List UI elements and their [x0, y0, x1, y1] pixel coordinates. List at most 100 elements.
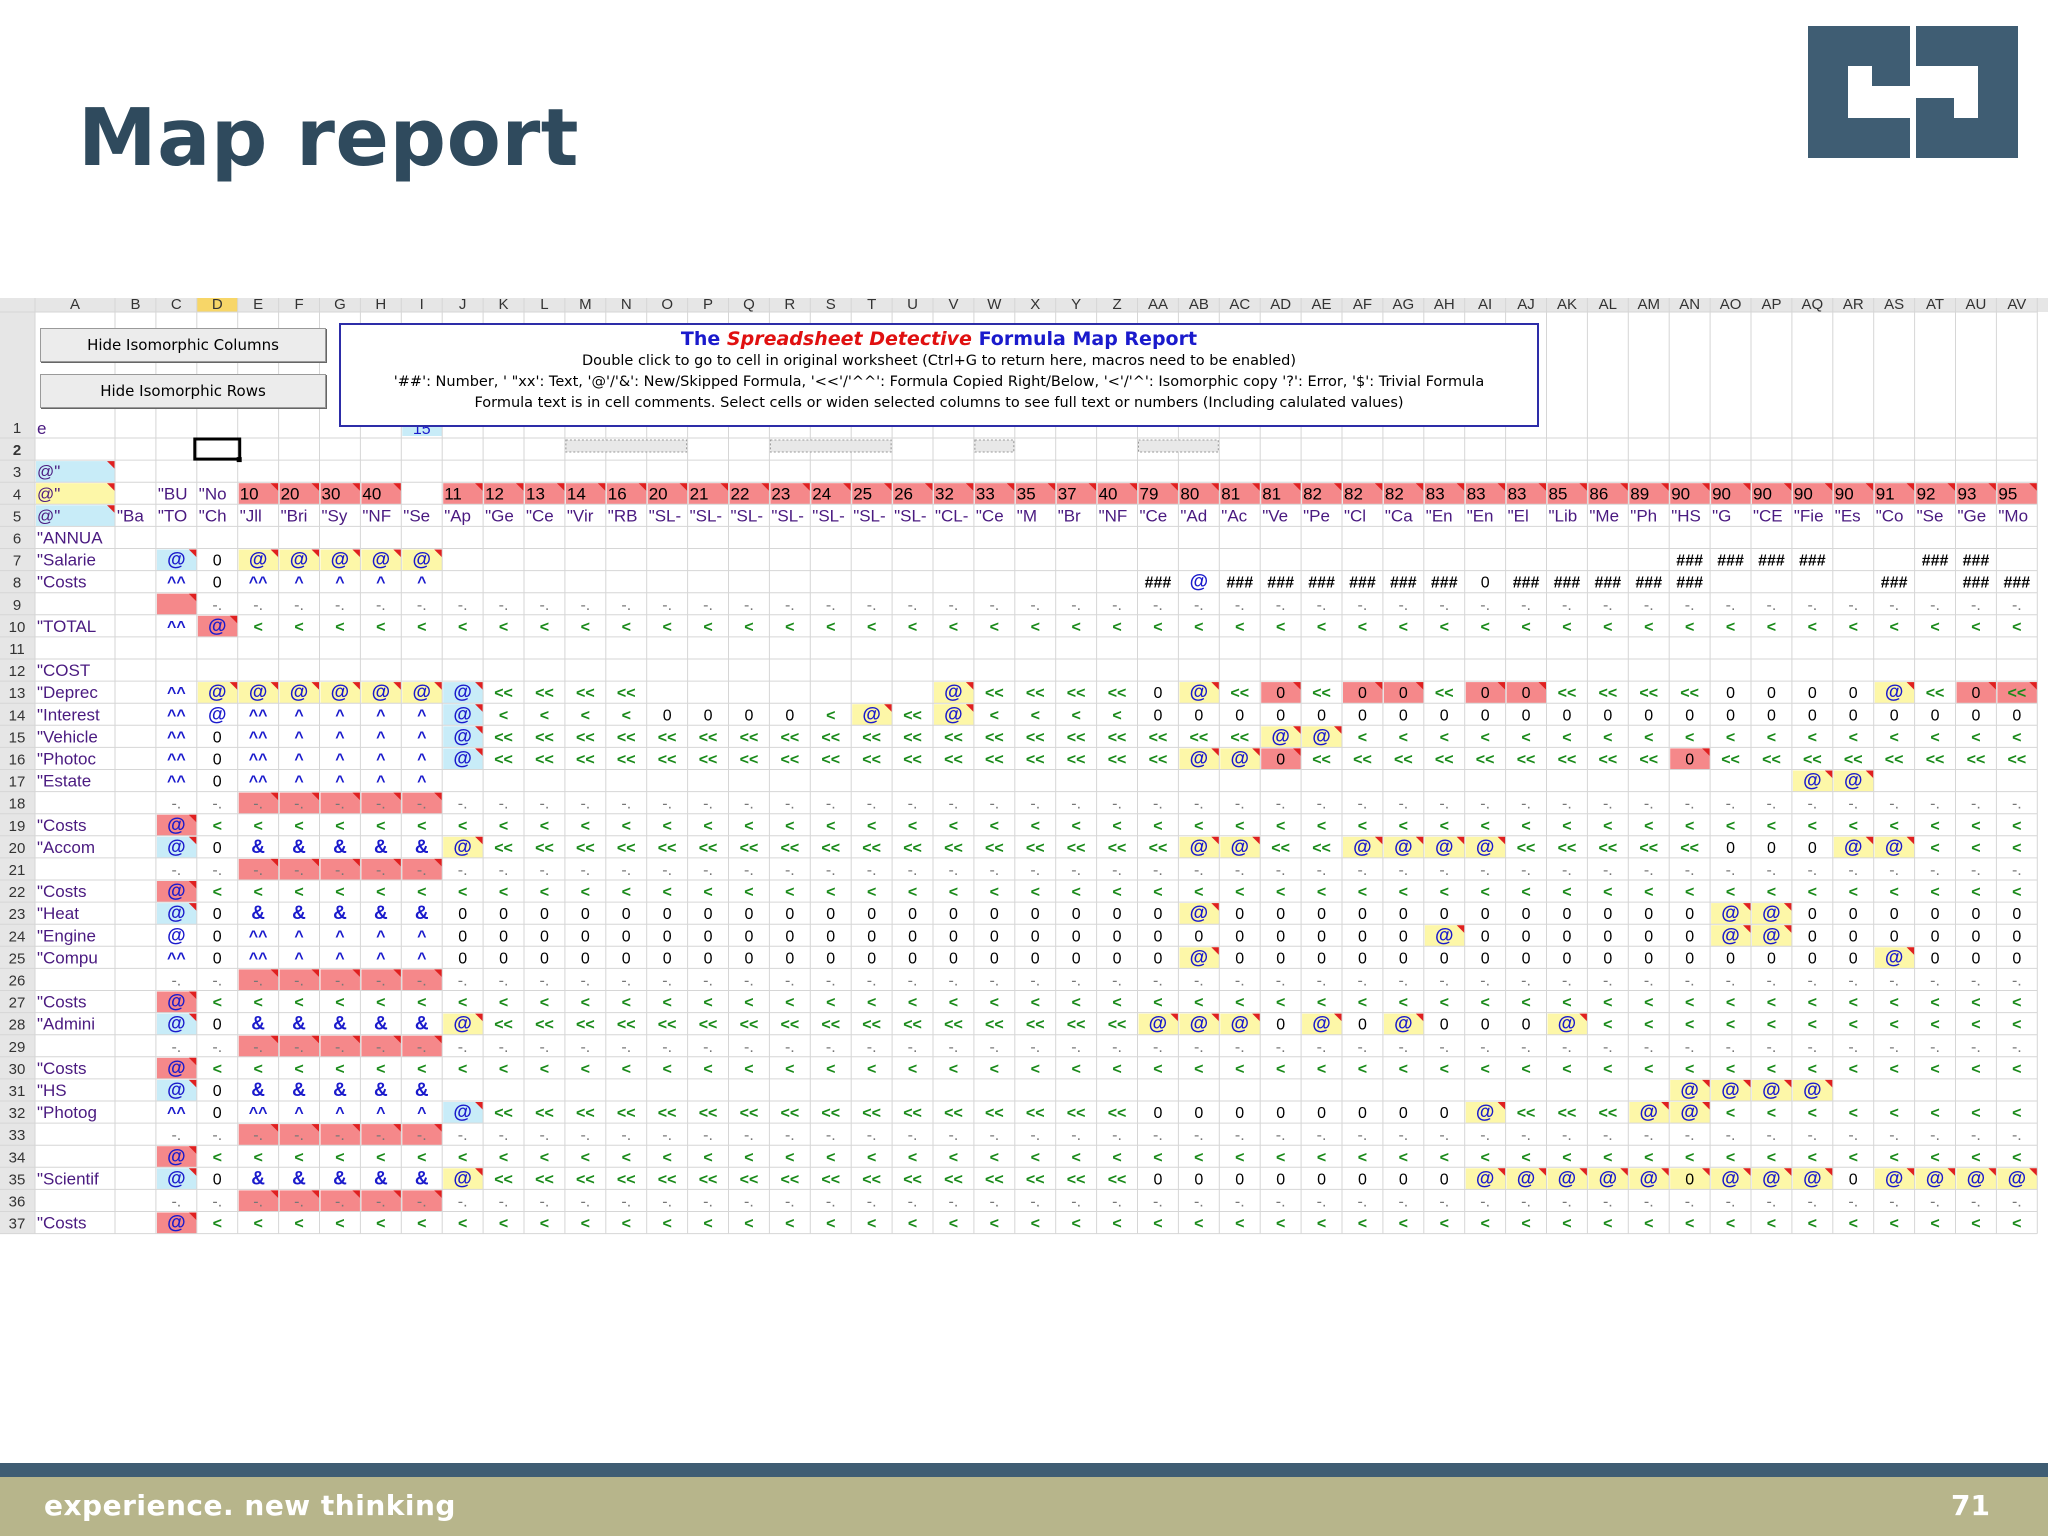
formula-cell: 0	[1440, 950, 1449, 967]
hide-isomorphic-rows-button[interactable]: Hide Isomorphic Rows	[40, 374, 326, 408]
formula-cell: <	[1726, 1216, 1735, 1233]
formula-cell: 0	[1808, 906, 1817, 923]
formula-cell: ###	[1513, 575, 1540, 592]
column-header-P: P	[703, 298, 713, 313]
formula-cell: <<	[740, 840, 759, 857]
formula-cell: -.	[1930, 1194, 1940, 1211]
formula-cell: 0	[2012, 950, 2021, 967]
formula-cell: ###	[1676, 575, 1703, 592]
row5-cell: "Se	[1917, 506, 1944, 525]
column-header-AC: AC	[1229, 298, 1250, 313]
formula-cell: <	[1071, 1149, 1080, 1166]
formula-cell: <	[1603, 818, 1612, 835]
formula-cell: ^	[417, 1105, 426, 1122]
formula-cell: -.	[662, 597, 672, 614]
formula-cell: -.	[1603, 796, 1613, 813]
formula-cell: <	[1849, 995, 1858, 1012]
formula-cell: <	[417, 884, 426, 901]
formula-cell: <	[335, 1061, 344, 1078]
formula-cell: 0	[622, 950, 631, 967]
formula-cell: &	[333, 837, 347, 858]
row-label-35: "Scientif	[37, 1169, 99, 1188]
formula-cell: <<	[1026, 1017, 1045, 1034]
formula-cell: 0	[826, 906, 835, 923]
formula-cell: <	[1399, 619, 1408, 636]
formula-cell: <<	[1517, 752, 1536, 769]
formula-cell: ###	[2003, 575, 2030, 592]
formula-cell: @	[167, 1146, 186, 1167]
formula-cell: 0	[704, 707, 713, 724]
formula-cell: @	[167, 1014, 186, 1035]
formula-cell: <	[1194, 619, 1203, 636]
formula-cell: 0	[1481, 928, 1490, 945]
hide-isomorphic-columns-button[interactable]: Hide Isomorphic Columns	[40, 328, 326, 362]
formula-cell: -.	[499, 1194, 509, 1211]
formula-cell: <	[1194, 995, 1203, 1012]
formula-cell: @	[453, 749, 472, 770]
formula-cell: <	[1276, 619, 1285, 636]
formula-cell: -.	[458, 1194, 468, 1211]
formula-cell: -.	[1521, 1194, 1531, 1211]
formula-cell: -.	[908, 973, 918, 990]
formula-cell: <	[622, 619, 631, 636]
formula-cell: <	[1031, 1216, 1040, 1233]
formula-cell: -.	[294, 1127, 304, 1144]
formula-cell: -.	[1767, 1039, 1777, 1056]
row4-cell: 93	[1958, 484, 1977, 503]
formula-cell: <<	[494, 1105, 513, 1122]
formula-cell: 0	[1849, 685, 1858, 702]
formula-cell: <	[990, 707, 999, 724]
formula-cell: <	[1767, 995, 1776, 1012]
formula-cell: 0	[990, 928, 999, 945]
row4-cell: 83	[1508, 484, 1527, 503]
formula-cell: -.	[744, 1127, 754, 1144]
formula-cell: -.	[1030, 796, 1040, 813]
row5-cell: "Co	[1876, 506, 1904, 525]
formula-cell: <	[1317, 619, 1326, 636]
formula-cell: <	[335, 1149, 344, 1166]
formula-cell: &	[415, 1080, 429, 1101]
formula-cell: 0	[213, 950, 222, 967]
formula-cell: -.	[458, 862, 468, 879]
formula-cell: -.	[989, 796, 999, 813]
formula-cell: -.	[1807, 1127, 1817, 1144]
formula-cell: -.	[1562, 973, 1572, 990]
formula-cell: <	[662, 995, 671, 1012]
formula-cell: ^	[294, 950, 303, 967]
formula-cell: <	[1930, 884, 1939, 901]
formula-cell: @	[453, 1168, 472, 1189]
formula-cell: <	[1521, 995, 1530, 1012]
fill-handle[interactable]	[236, 457, 242, 463]
formula-cell: <<	[1926, 685, 1945, 702]
formula-cell: -.	[540, 597, 550, 614]
row4-cell: 12	[485, 484, 504, 503]
formula-cell: -.	[908, 597, 918, 614]
formula-cell: <	[1317, 995, 1326, 1012]
formula-cell: 0	[663, 707, 672, 724]
formula-cell: 0	[1644, 906, 1653, 923]
formula-cell: -.	[662, 1127, 672, 1144]
row-header-36: 36	[9, 1194, 26, 1211]
formula-cell: <<	[944, 840, 963, 857]
formula-cell: -.	[1071, 1194, 1081, 1211]
formula-cell: <	[417, 1061, 426, 1078]
formula-cell: <	[1194, 1149, 1203, 1166]
formula-cell: @	[1926, 1168, 1945, 1189]
formula-cell: <	[744, 1149, 753, 1166]
formula-cell: ^	[294, 1105, 303, 1122]
formula-cell: -.	[1276, 1039, 1286, 1056]
formula-cell: <	[1889, 1216, 1898, 1233]
formula-cell: -.	[703, 796, 713, 813]
formula-cell: 0	[1358, 928, 1367, 945]
formula-cell: <<	[1067, 840, 1086, 857]
formula-cell: <	[1685, 1017, 1694, 1034]
formula-cell: <	[826, 707, 835, 724]
formula-cell: <	[1930, 818, 1939, 835]
row-label-1: e	[37, 419, 46, 438]
row5-cell: "M	[1017, 506, 1037, 525]
formula-cell: <	[1399, 1061, 1408, 1078]
formula-cell: -.	[2012, 1039, 2022, 1056]
formula-cell: 0	[1440, 1017, 1449, 1034]
formula-cell: <	[1071, 818, 1080, 835]
selected-cell[interactable]	[193, 437, 242, 461]
